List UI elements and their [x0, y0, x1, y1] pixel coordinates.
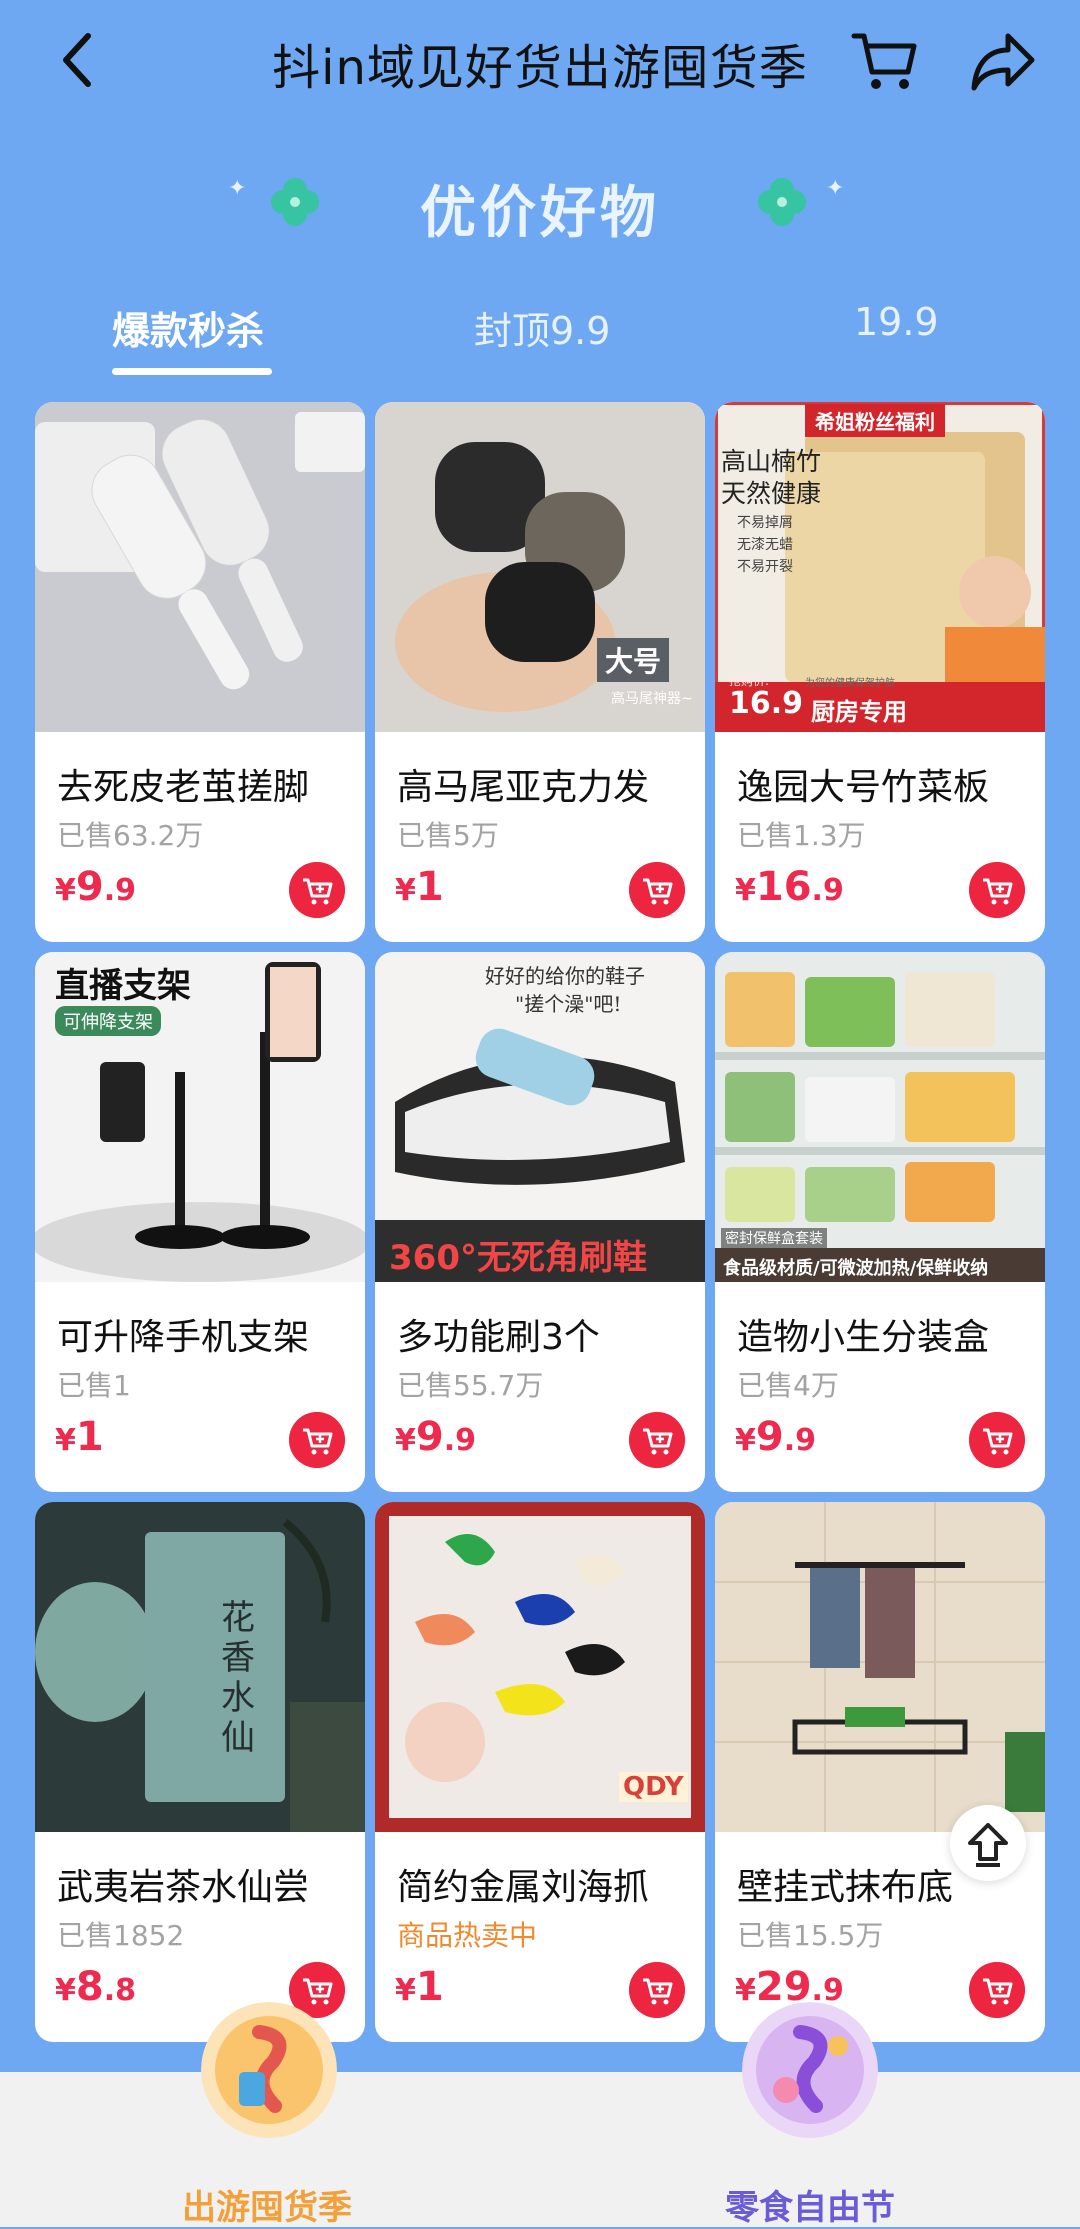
- towel-rack-image: [715, 1502, 1045, 1832]
- hair-claw-image: [375, 402, 705, 732]
- price: ¥1: [395, 864, 444, 910]
- sparkle-icon: ✦: [826, 176, 845, 201]
- tab-flash-sale[interactable]: 爆款秒杀: [112, 300, 264, 355]
- sold-count: 已售63.2万: [57, 819, 204, 852]
- price: ¥9.9: [735, 1414, 816, 1460]
- price: ¥9.9: [55, 864, 136, 910]
- add-to-cart-icon[interactable]: [289, 862, 345, 918]
- image-badge: 直播支架: [55, 966, 191, 1006]
- promo-banner: 希姐粉丝福利: [805, 404, 945, 437]
- image-banner: 360°无死角刷鞋: [389, 1238, 647, 1278]
- product-name: 可升降手机支架: [57, 1317, 310, 1358]
- add-to-cart-icon[interactable]: [969, 1412, 1025, 1468]
- image-caption: 高马尾神器~: [611, 691, 693, 707]
- sold-count: 已售1.3万: [737, 819, 866, 852]
- image-text: 好好的给你的鞋子: [485, 964, 645, 988]
- product-card[interactable]: 密封保鲜盒套装 食品级材质/可微波加热/保鲜收纳 造物小生分装盒 已售4万 ¥9…: [715, 952, 1045, 1492]
- add-to-cart-icon[interactable]: [629, 862, 685, 918]
- image-label: 厨房专用: [811, 698, 907, 726]
- add-to-cart-icon[interactable]: [969, 1962, 1025, 2018]
- image-tag: 可伸降支架: [55, 1006, 161, 1036]
- brand-badge: QDY: [619, 1772, 688, 1802]
- tea-pack-image: [35, 1502, 365, 1832]
- clover-icon: [758, 178, 806, 226]
- image-bullet: 无漆无蜡: [737, 537, 793, 553]
- price: ¥1: [395, 1964, 444, 2010]
- share-arrow-icon[interactable]: [968, 28, 1038, 94]
- tab-capped-9-9[interactable]: 封顶9.9: [474, 300, 610, 355]
- add-to-cart-icon[interactable]: [629, 1412, 685, 1468]
- product-card[interactable]: 希姐粉丝福利 高山楠竹 天然健康 不易掉屑 无漆无蜡 不易开裂 为您的健康保驾护…: [715, 402, 1045, 942]
- sold-count: 已售55.7万: [397, 1369, 544, 1402]
- sold-count: 已售1852: [57, 1919, 185, 1952]
- image-text: 天然健康: [721, 479, 822, 508]
- product-name: 高马尾亚克力发: [397, 767, 650, 808]
- image-text: 高山楠竹: [721, 447, 822, 476]
- add-to-cart-icon[interactable]: [289, 1412, 345, 1468]
- product-name: 造物小生分装盒: [737, 1317, 990, 1358]
- product-name: 逸园大号竹菜板: [737, 767, 990, 808]
- image-badge: 大号: [597, 638, 670, 682]
- product-name: 多功能刷3个: [397, 1317, 600, 1358]
- price: ¥16.9: [735, 864, 844, 910]
- nav-label-snacks[interactable]: 零食自由节: [725, 2180, 895, 2229]
- nav-label-travel[interactable]: 出游囤货季: [182, 2180, 352, 2229]
- shopping-cart-icon[interactable]: [850, 26, 920, 96]
- image-text: 花香水仙: [221, 1598, 255, 1758]
- section-heading: 优价好物: [420, 181, 660, 246]
- product-card[interactable]: 直播支架 可伸降支架 可升降手机支架 已售1 ¥1: [35, 952, 365, 1492]
- snack-festival-icon[interactable]: [742, 2002, 878, 2138]
- image-text: "搓个澡"吧!: [515, 992, 622, 1016]
- travel-stock-up-icon[interactable]: [201, 2002, 337, 2138]
- product-name: 武夷岩茶水仙尝: [57, 1867, 310, 1908]
- price: ¥1: [55, 1414, 104, 1460]
- price: ¥29.9: [735, 1964, 844, 2010]
- price: ¥9.9: [395, 1414, 476, 1460]
- sold-count: 已售5万: [397, 819, 499, 852]
- product-name: 简约金属刘海抓: [397, 1867, 650, 1908]
- image-note: 为您的健康保驾护航: [805, 678, 895, 689]
- bottom-navigation: [0, 2072, 1080, 2227]
- hot-sale-label: 商品热卖中: [397, 1919, 538, 1952]
- product-name: 去死皮老茧搓脚: [57, 767, 310, 808]
- image-bullet: 不易掉屑: [737, 515, 793, 531]
- back-to-top-icon[interactable]: [950, 1805, 1026, 1881]
- active-tab-underline: [112, 368, 272, 375]
- price: ¥8.8: [55, 1964, 136, 2010]
- product-card[interactable]: 去死皮老茧搓脚 已售63.2万 ¥9.9: [35, 402, 365, 942]
- add-to-cart-icon[interactable]: [629, 1962, 685, 2018]
- image-tag: 密封保鲜盒套装: [721, 1228, 827, 1248]
- product-card[interactable]: 好好的给你的鞋子 "搓个澡"吧! 360°无死角刷鞋 多功能刷3个 已售55.7…: [375, 952, 705, 1492]
- product-card[interactable]: 壁挂式抹布底 已售15.5万 ¥29.9: [715, 1502, 1045, 2042]
- add-to-cart-icon[interactable]: [969, 862, 1025, 918]
- image-banner: 食品级材质/可微波加热/保鲜收纳: [723, 1258, 989, 1279]
- image-bullet: 不易开裂: [737, 559, 793, 575]
- category-tabs: 爆款秒杀 封顶9.9 19.9: [0, 290, 1080, 380]
- top-bar: 抖in域见好货出游囤货季: [0, 0, 1080, 120]
- tab-19-9[interactable]: 19.9: [854, 300, 939, 344]
- foot-file-image: [35, 402, 365, 732]
- product-card[interactable]: 花香水仙 武夷岩茶水仙尝 已售1852 ¥8.8: [35, 1502, 365, 2042]
- image-price: 16.9: [729, 686, 804, 721]
- sold-count: 已售4万: [737, 1369, 839, 1402]
- sold-count: 已售1: [57, 1369, 131, 1402]
- sold-count: 已售15.5万: [737, 1919, 884, 1952]
- product-card[interactable]: QDY 简约金属刘海抓 商品热卖中 ¥1: [375, 1502, 705, 2042]
- product-card[interactable]: 大号 高马尾神器~ 高马尾亚克力发 已售5万 ¥1: [375, 402, 705, 942]
